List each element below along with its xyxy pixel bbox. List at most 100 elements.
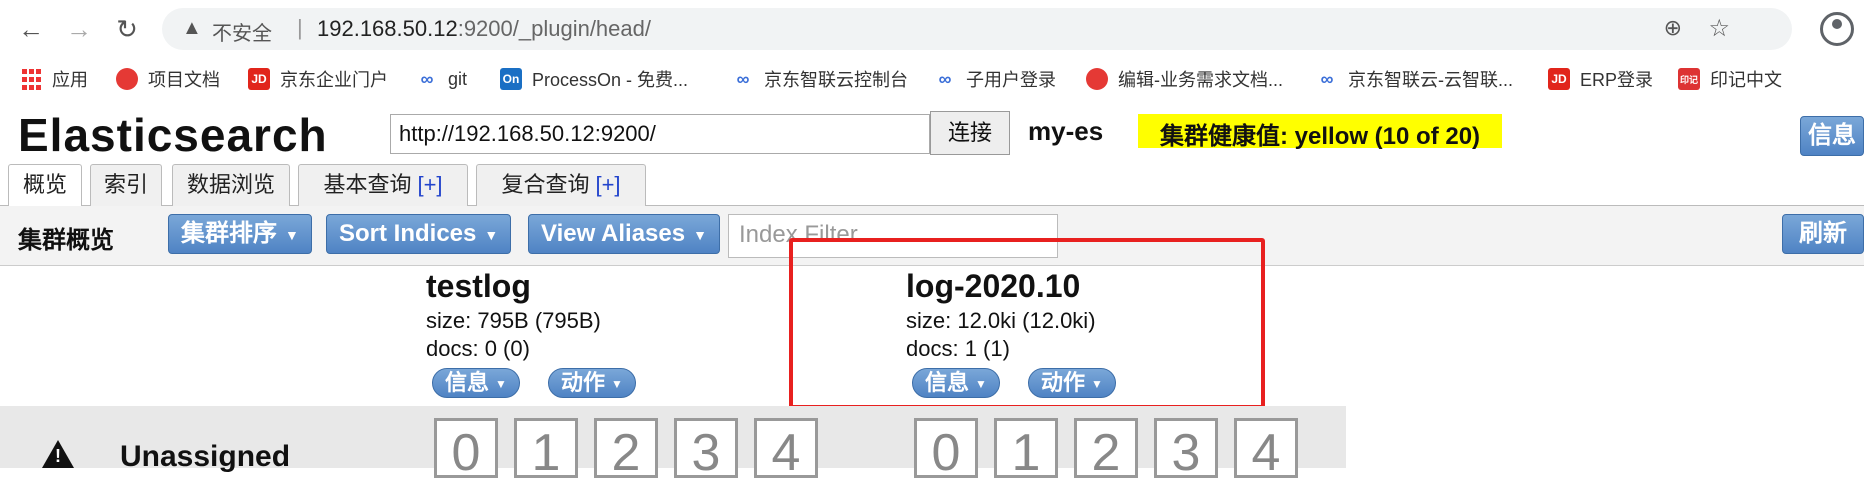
apps-grid-icon <box>20 68 42 90</box>
bookmark-jdcloud-iot[interactable]: ∞ 京东智联云-云智联... <box>1316 66 1513 92</box>
tab-overview[interactable]: 概览 <box>8 164 82 207</box>
processon-icon: On <box>500 68 522 90</box>
link-icon: ∞ <box>938 68 952 89</box>
shard-box[interactable]: 1 <box>514 418 578 478</box>
tab-indices[interactable]: 索引 <box>90 164 162 206</box>
index-action-button[interactable]: 动作 ▼ <box>548 368 636 398</box>
connect-url-input[interactable] <box>390 114 930 154</box>
bookmark-label: git <box>448 68 468 89</box>
app-logo: Elasticsearch <box>18 109 328 161</box>
bookmark-jdcloud-console[interactable]: ∞ 京东智联云控制台 <box>732 66 908 92</box>
dropdown-label: Sort Indices <box>339 220 477 247</box>
profile-avatar-icon[interactable] <box>1820 12 1854 46</box>
index-size: size: 795B (795B) <box>426 308 601 333</box>
bookmark-processon[interactable]: On ProcessOn - 免费... <box>500 66 688 92</box>
chevron-down-icon: ▼ <box>611 377 623 392</box>
connect-button[interactable]: 连接 <box>930 111 1010 155</box>
main-tabs: 概览 索引 数据浏览 基本查询 [+] 复合查询 [+] <box>0 162 1864 207</box>
refresh-button[interactable]: 刷新 <box>1782 214 1864 254</box>
reload-icon[interactable]: ↻ <box>110 12 144 46</box>
dropdown-label: 集群排序 <box>181 220 277 247</box>
highlight-annotation-box <box>789 238 1265 409</box>
shard-box[interactable]: 1 <box>994 418 1058 478</box>
browser-toolbar: ← → ↻ ▲ 不安全 | 192.168.50.12:9200/_plugin… <box>0 0 1864 58</box>
sort-indices-dropdown[interactable]: Sort Indices ▼ <box>326 214 512 254</box>
bookmark-jd-portal[interactable]: JD 京东企业门户 <box>248 66 388 92</box>
tab-plus[interactable]: [+] <box>417 172 442 197</box>
bookmark-label: 编辑-业务需求文档... <box>1118 70 1283 90</box>
unassigned-label: Unassigned <box>120 440 291 473</box>
bookmark-label: 京东智联云-云智联... <box>1348 70 1513 90</box>
bookmarks-bar: 应用 项目文档 JD 京东企业门户 ∞ git On ProcessOn - 免… <box>0 58 1864 100</box>
index-info-button[interactable]: 信息 ▼ <box>432 368 520 398</box>
bookmark-label: 子用户登录 <box>966 70 1056 90</box>
bookmark-label: ProcessOn - 免费... <box>532 70 689 90</box>
link-icon: ∞ <box>736 68 750 89</box>
bookmark-label: 京东企业门户 <box>280 70 388 90</box>
browser-chrome: ← → ↻ ▲ 不安全 | 192.168.50.12:9200/_plugin… <box>0 0 1864 100</box>
bookmark-yinji[interactable]: 印记 印记中文 <box>1678 66 1782 92</box>
shard-box[interactable]: 2 <box>594 418 658 478</box>
red-circle-icon <box>1086 68 1108 90</box>
bookmark-label: 京东智联云控制台 <box>764 70 908 90</box>
jd-icon: JD <box>1548 68 1570 90</box>
button-label: 动作 <box>561 370 606 395</box>
chevron-down-icon: ▼ <box>495 377 507 392</box>
bookmark-label: 印记中文 <box>1710 70 1782 90</box>
bookmark-subuser-login[interactable]: ∞ 子用户登录 <box>934 66 1056 92</box>
url-separator: | <box>297 15 303 40</box>
back-arrow-icon[interactable]: ← <box>14 12 48 46</box>
tab-label: 基本查询 <box>323 172 412 197</box>
url-text[interactable]: 192.168.50.12:9200/_plugin/head/ <box>317 16 651 42</box>
tab-plus[interactable]: [+] <box>595 172 620 197</box>
info-button[interactable]: 信息 <box>1800 116 1864 156</box>
chevron-down-icon: ▼ <box>693 226 707 243</box>
bookmark-erp-login[interactable]: JD ERP登录 <box>1548 66 1653 92</box>
bookmark-label: 应用 <box>52 70 88 90</box>
bookmark-git[interactable]: ∞ git <box>416 66 467 92</box>
tab-compound-query[interactable]: 复合查询 [+] <box>476 164 646 206</box>
shard-box[interactable]: 0 <box>914 418 978 478</box>
security-warning-label: 不安全 <box>212 23 272 45</box>
stamp-icon: 印记 <box>1678 68 1700 90</box>
shard-box[interactable]: 2 <box>1074 418 1138 478</box>
tab-label: 概览 <box>22 172 67 197</box>
unassigned-shards-row: Unassigned 0 1 2 3 4 0 1 2 3 4 <box>0 406 1346 478</box>
bookmark-apps[interactable]: 应用 <box>20 66 88 92</box>
shard-box[interactable]: 0 <box>434 418 498 478</box>
tab-data-browse[interactable]: 数据浏览 <box>172 164 290 206</box>
tab-basic-query[interactable]: 基本查询 [+] <box>298 164 468 206</box>
chevron-down-icon: ▼ <box>484 226 499 243</box>
shard-box[interactable]: 3 <box>1154 418 1218 478</box>
forward-arrow-icon[interactable]: → <box>62 12 96 46</box>
shard-box[interactable]: 4 <box>754 418 818 478</box>
chevron-down-icon: ▼ <box>285 226 299 243</box>
tab-label: 数据浏览 <box>186 172 275 197</box>
address-bar[interactable]: ▲ 不安全 | 192.168.50.12:9200/_plugin/head/… <box>162 8 1792 50</box>
jd-icon: JD <box>248 68 270 90</box>
url-path: :9200/_plugin/head/ <box>457 16 651 41</box>
sort-cluster-dropdown[interactable]: 集群排序 ▼ <box>168 214 312 254</box>
bookmark-star-icon[interactable]: ☆ <box>1708 14 1730 43</box>
tab-label: 索引 <box>103 172 148 197</box>
bookmark-label: ERP登录 <box>1580 70 1654 90</box>
view-aliases-dropdown[interactable]: View Aliases ▼ <box>528 214 720 254</box>
shard-box[interactable]: 3 <box>674 418 738 478</box>
overview-title: 集群概览 <box>18 227 114 254</box>
es-head-app: Elasticsearch 连接 my-es 集群健康值: yellow (10… <box>0 100 1864 478</box>
warning-triangle-icon <box>42 440 74 468</box>
bookmark-edit-requirements[interactable]: 编辑-业务需求文档... <box>1086 66 1283 92</box>
bookmark-label: 项目文档 <box>148 70 220 90</box>
tab-label: 复合查询 <box>501 172 590 197</box>
bookmark-project-docs[interactable]: 项目文档 <box>116 66 220 92</box>
shard-box[interactable]: 4 <box>1234 418 1298 478</box>
url-host: 192.168.50.12 <box>317 16 458 41</box>
red-circle-icon <box>116 68 138 90</box>
button-label: 信息 <box>445 370 490 395</box>
index-docs: docs: 0 (0) <box>426 336 530 361</box>
warning-triangle-icon: ▲ <box>182 17 202 39</box>
zoom-icon[interactable]: ⊕ <box>1664 15 1682 41</box>
link-icon: ∞ <box>420 68 434 89</box>
dropdown-label: View Aliases <box>541 220 686 247</box>
cluster-health-badge: 集群健康值: yellow (10 of 20) <box>1138 114 1503 150</box>
